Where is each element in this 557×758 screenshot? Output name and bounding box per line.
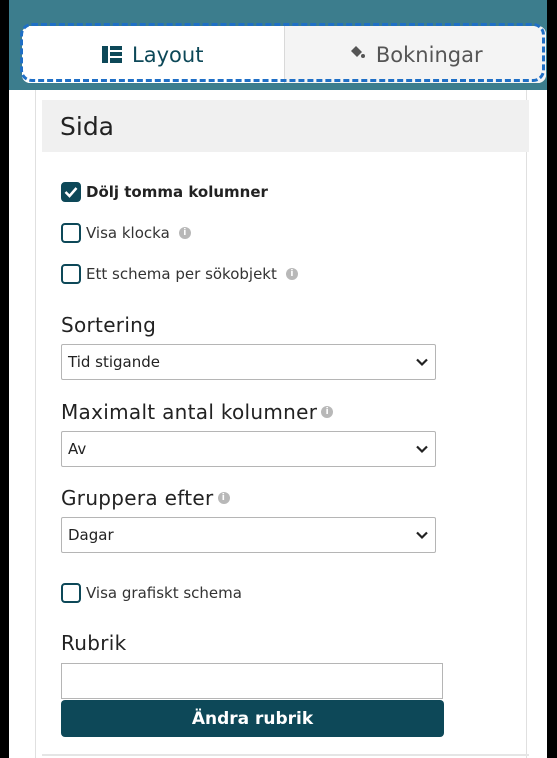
section-title: Sida (42, 100, 529, 152)
tab-layout-label: Layout (132, 42, 204, 67)
one-schedule-checkbox[interactable] (61, 264, 81, 284)
show-clock-checkbox[interactable] (61, 223, 81, 243)
layout-icon (102, 46, 123, 63)
heading-label-text: Rubrik (61, 631, 127, 655)
sorting-value: Tid stigande (68, 353, 160, 371)
hide-empty-columns-row[interactable]: Dölj tomma kolumner (61, 182, 268, 202)
heading-input[interactable] (61, 663, 443, 699)
max-columns-select[interactable]: Av (61, 431, 436, 467)
group-by-select[interactable]: Dagar (61, 517, 436, 553)
info-icon: i (285, 268, 298, 280)
tab-bokningar-label: Bokningar (375, 42, 483, 67)
divider (42, 754, 529, 756)
chevron-down-icon (416, 445, 428, 454)
one-schedule-row[interactable]: Ett schema per sökobjekt i (61, 264, 298, 284)
show-clock-row[interactable]: Visa klocka i (61, 223, 191, 243)
sorting-select[interactable]: Tid stigande (61, 344, 436, 380)
tab-bokningar[interactable]: Bokningar (283, 26, 546, 83)
graphic-schedule-checkbox[interactable] (61, 583, 81, 603)
info-icon: i (178, 227, 191, 239)
app-frame: Layout Bokningar Sida Dölj tomma kolumne… (9, 0, 547, 758)
hide-empty-columns-checkbox[interactable] (61, 182, 81, 202)
heading-label: Rubrik (61, 631, 127, 655)
settings-panel: Sida Dölj tomma kolumner Visa klocka i E… (35, 90, 529, 758)
graphic-schedule-row[interactable]: Visa grafiskt schema (61, 583, 242, 603)
chevron-down-icon (416, 358, 428, 367)
max-columns-label: Maximalt antal kolumner i (61, 400, 334, 424)
one-schedule-label: Ett schema per sökobjekt (86, 265, 277, 283)
tab-layout[interactable]: Layout (22, 26, 284, 83)
checkmark-icon (64, 187, 78, 198)
max-columns-label-text: Maximalt antal kolumner (61, 400, 318, 424)
group-by-value: Dagar (68, 526, 114, 544)
show-clock-label: Visa klocka (86, 224, 170, 242)
info-icon: i (217, 492, 230, 504)
max-columns-value: Av (68, 440, 87, 458)
chevron-down-icon (416, 531, 428, 540)
group-by-label: Gruppera efter i (61, 486, 230, 510)
sorting-label-text: Sortering (61, 313, 157, 337)
graphic-schedule-label: Visa grafiskt schema (86, 584, 242, 602)
group-by-label-text: Gruppera efter (61, 486, 214, 510)
hide-empty-columns-label: Dölj tomma kolumner (86, 183, 268, 201)
paint-bucket-icon (348, 43, 366, 66)
tab-bar: Layout Bokningar (22, 26, 546, 83)
info-icon: i (321, 406, 334, 418)
sorting-label: Sortering (61, 313, 156, 337)
change-heading-button[interactable]: Ändra rubrik (61, 700, 444, 737)
